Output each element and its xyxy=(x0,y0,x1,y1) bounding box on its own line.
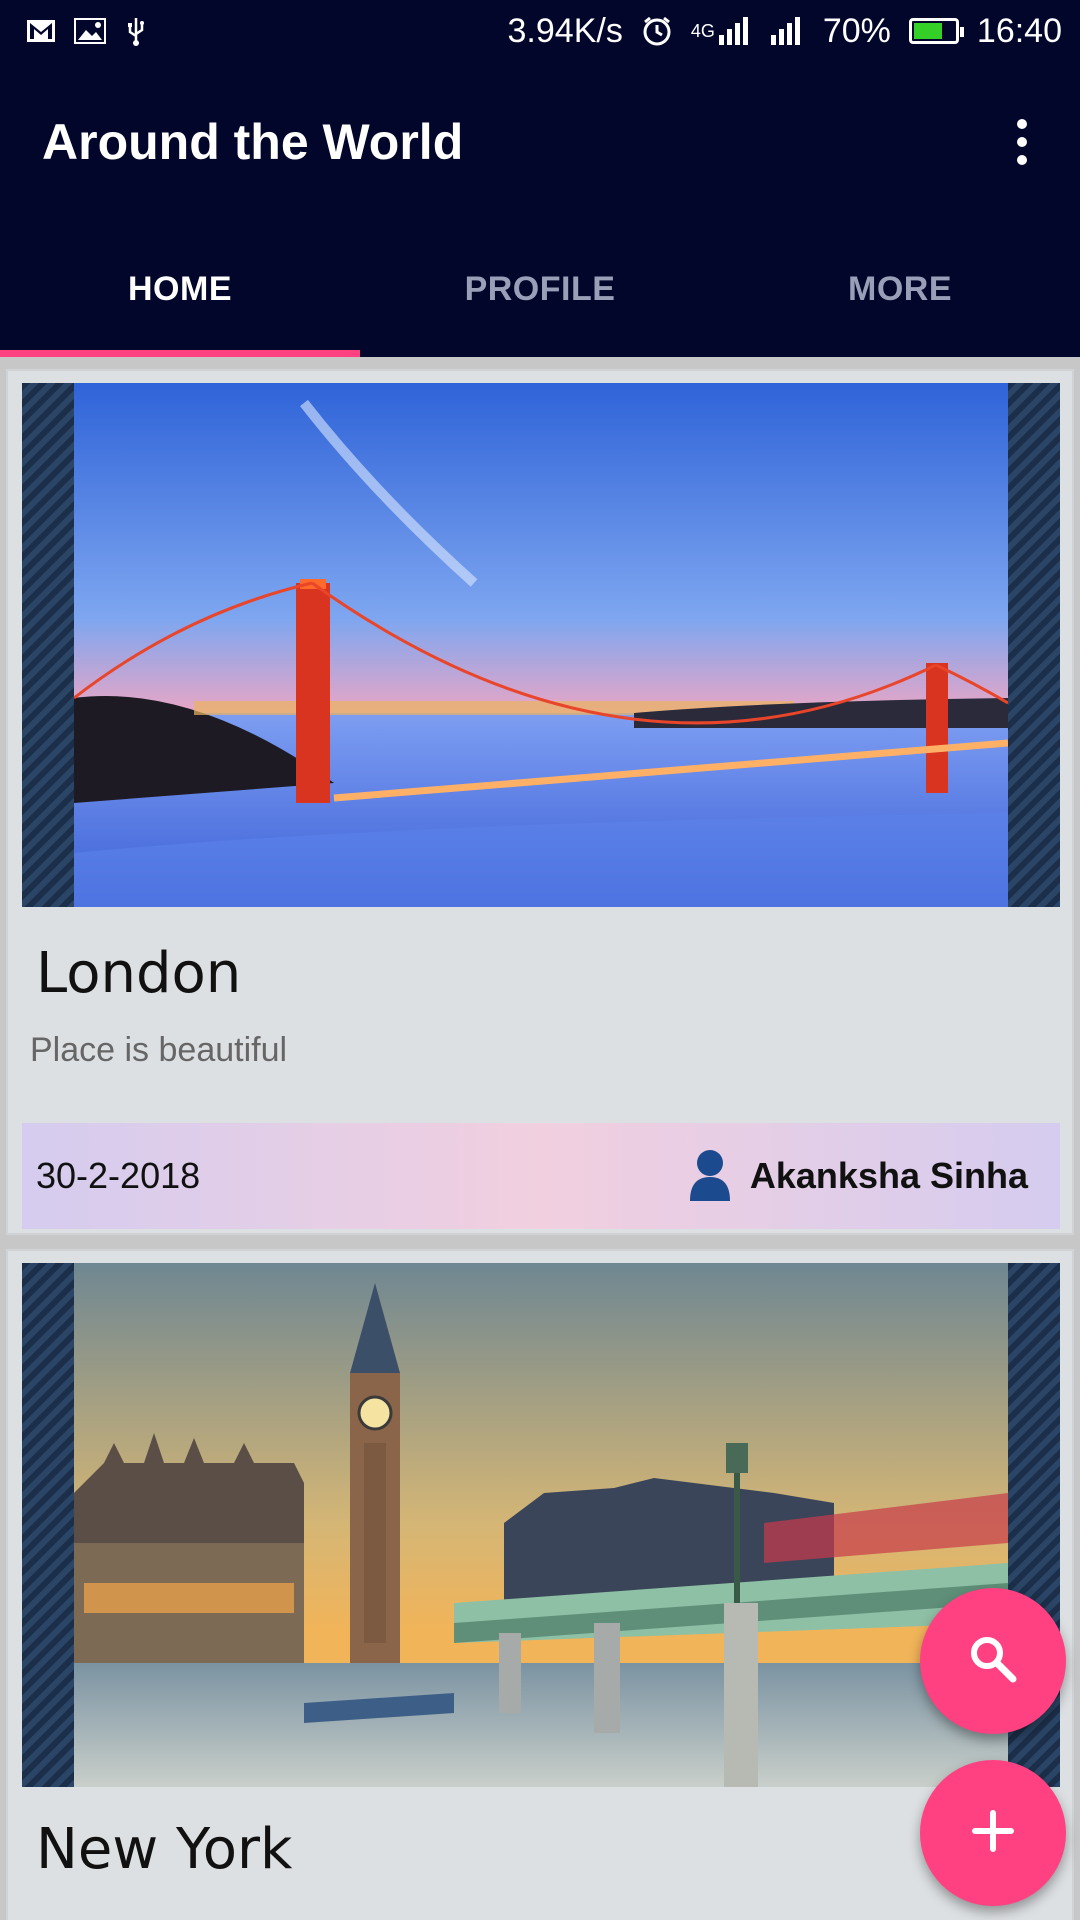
status-right-icons: 3.94K/s 4G 70% 16:40 xyxy=(508,12,1062,51)
add-icon xyxy=(969,1807,1017,1860)
place-card[interactable]: London Place is beautiful 30-2-2018 Akan… xyxy=(6,369,1074,1235)
author[interactable]: Akanksha Sinha xyxy=(684,1147,1028,1206)
app-title: Around the World xyxy=(42,114,464,170)
app-bar: Around the World xyxy=(0,62,1080,222)
network-type: 4G xyxy=(690,20,715,41)
card-description: Place is beautiful xyxy=(30,1031,288,1069)
add-button[interactable] xyxy=(920,1760,1066,1906)
search-icon xyxy=(965,1631,1021,1692)
search-button[interactable] xyxy=(920,1588,1066,1734)
card-title: New York xyxy=(36,1817,293,1882)
signal-icon: 4G xyxy=(691,17,753,45)
gmail-icon xyxy=(26,19,56,43)
golden-gate-bridge-image xyxy=(22,383,1060,907)
battery-level-fill xyxy=(913,23,942,39)
status-left-icons xyxy=(26,16,148,46)
tab-profile[interactable]: PROFILE xyxy=(360,222,720,357)
big-ben-westminster-image xyxy=(22,1263,1060,1787)
image-frame-right xyxy=(1008,383,1060,907)
net-speed: 3.94K/s xyxy=(507,11,623,50)
tab-bar: HOME PROFILE MORE xyxy=(0,222,1080,357)
image-frame-left xyxy=(22,383,74,907)
clock: 16:40 xyxy=(976,11,1062,50)
image-frame-left xyxy=(22,1263,74,1787)
signal-icon-2 xyxy=(770,17,805,45)
london-scene xyxy=(74,1263,1008,1787)
more-vert-icon[interactable] xyxy=(992,102,1052,182)
person-icon xyxy=(684,1147,736,1206)
alarm-icon xyxy=(641,15,673,47)
battery-percent: 70% xyxy=(822,11,891,50)
bridge-scene xyxy=(73,383,1009,907)
post-date: 30-2-2018 xyxy=(36,1155,201,1196)
card-list[interactable]: London Place is beautiful 30-2-2018 Akan… xyxy=(0,357,1080,1920)
card-title: London xyxy=(36,941,242,1006)
image-icon xyxy=(74,18,106,44)
tab-more[interactable]: MORE xyxy=(720,222,1080,357)
status-bar: 3.94K/s 4G 70% 16:40 xyxy=(0,0,1080,62)
author-name: Akanksha Sinha xyxy=(749,1155,1028,1196)
usb-icon xyxy=(124,16,148,46)
battery-icon xyxy=(908,18,964,44)
card-footer: 30-2-2018 Akanksha Sinha xyxy=(22,1123,1060,1229)
place-card[interactable]: New York xyxy=(6,1249,1074,1920)
tab-home[interactable]: HOME xyxy=(0,222,360,357)
